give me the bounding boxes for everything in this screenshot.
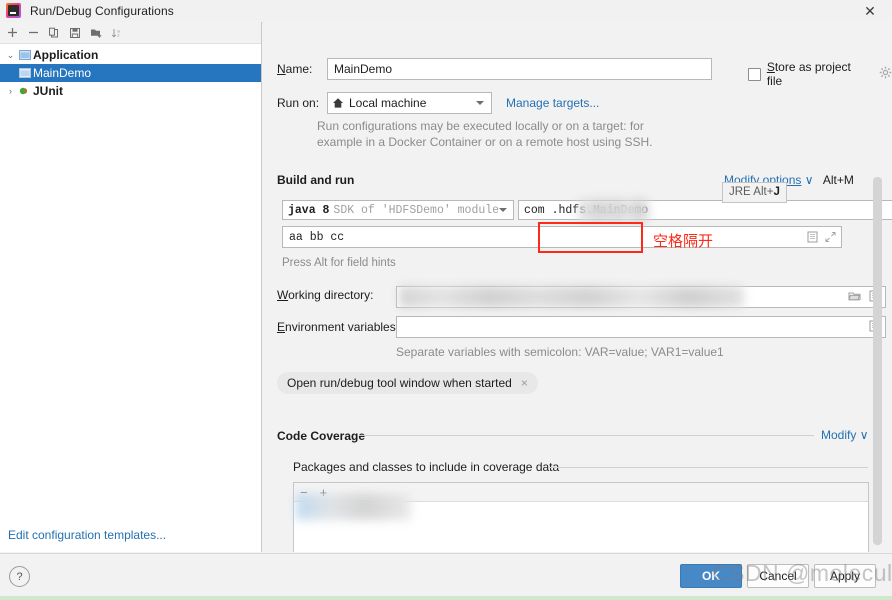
jre-tooltip-text: JRE Alt+ bbox=[729, 186, 774, 198]
configuration-form-pane: Name: MainDemo Store as project file Run… bbox=[263, 22, 892, 552]
alt-field-hint: Press Alt for field hints bbox=[282, 257, 396, 269]
chip-label: Open run/debug tool window when started bbox=[287, 376, 512, 390]
close-icon[interactable]: × bbox=[521, 376, 528, 390]
run-on-hint: Run configurations may be executed local… bbox=[317, 118, 787, 150]
expand-editor-icon[interactable] bbox=[825, 231, 836, 247]
scrollbar-thumb[interactable] bbox=[873, 177, 882, 545]
expand-macro-icon[interactable] bbox=[807, 231, 818, 247]
tree-toolbar: az bbox=[0, 22, 261, 44]
manage-targets-link[interactable]: Manage targets... bbox=[506, 96, 599, 110]
edit-configuration-templates-link[interactable]: Edit configuration templates... bbox=[8, 528, 166, 542]
run-debug-configurations-dialog: Run/Debug Configurations ✕ az ⌄ Applicat… bbox=[0, 0, 892, 600]
chevron-down-icon[interactable] bbox=[499, 208, 507, 212]
copy-configuration-button[interactable] bbox=[44, 23, 64, 42]
add-configuration-button[interactable] bbox=[2, 23, 22, 42]
save-configuration-button[interactable] bbox=[65, 23, 85, 42]
name-label: Name: bbox=[277, 62, 313, 76]
apply-button[interactable]: Apply bbox=[814, 564, 876, 588]
chevron-down-icon: ∨ bbox=[859, 428, 869, 442]
window-title: Run/Debug Configurations bbox=[30, 4, 174, 18]
modify-label: Modify bbox=[821, 428, 857, 442]
main-class-value: com .hdfs.MainDemo bbox=[524, 203, 649, 217]
run-on-row: Run on: Local machine Manage targets... bbox=[277, 92, 599, 114]
name-input[interactable]: MainDemo bbox=[327, 58, 712, 80]
configurations-tree: ⌄ Application MainDemo › JUnit bbox=[0, 44, 261, 100]
code-coverage-modify-link[interactable]: Modify ∨ bbox=[821, 428, 868, 442]
tree-node-maindemo[interactable]: MainDemo bbox=[0, 64, 261, 82]
store-as-project-file-label: Store as project file bbox=[766, 60, 851, 88]
environment-variables-input[interactable] bbox=[396, 316, 886, 338]
run-on-label: Run on: bbox=[277, 96, 320, 110]
environment-variables-row: Environment variables: bbox=[277, 320, 399, 334]
store-as-project-file-checkbox-row[interactable]: Store as project file bbox=[748, 60, 892, 88]
close-icon[interactable]: ✕ bbox=[848, 0, 892, 22]
main-class-input[interactable]: com .hdfs.MainDemo bbox=[518, 200, 892, 220]
tree-node-label: MainDemo bbox=[33, 66, 92, 80]
coverage-packages-list[interactable]: − + bbox=[293, 482, 869, 552]
tree-node-junit[interactable]: › JUnit bbox=[0, 82, 261, 100]
jre-tooltip-key: J bbox=[773, 186, 780, 198]
dialog-footer: ? OK Cancel Apply bbox=[0, 553, 892, 600]
store-as-project-file-checkbox[interactable] bbox=[748, 67, 761, 81]
junit-node-icon bbox=[17, 85, 33, 97]
folder-add-icon[interactable] bbox=[86, 23, 106, 42]
form-scrollbar[interactable] bbox=[873, 177, 882, 552]
sort-alpha-icon[interactable]: az bbox=[107, 23, 127, 42]
tree-node-application[interactable]: ⌄ Application bbox=[0, 46, 261, 64]
working-directory-row: Working directory: bbox=[277, 288, 403, 302]
run-on-hint-line1: Run configurations may be executed local… bbox=[317, 119, 644, 133]
coverage-subsection-title: Packages and classes to include in cover… bbox=[293, 460, 560, 474]
section-divider bbox=[359, 435, 814, 436]
chevron-down-icon[interactable] bbox=[476, 101, 484, 105]
run-on-hint-line2: example in a Docker Container or on a re… bbox=[317, 135, 653, 149]
cancel-button[interactable]: Cancel bbox=[747, 564, 809, 588]
program-arguments-value: aa bb cc bbox=[289, 230, 345, 244]
folder-browse-icon[interactable] bbox=[848, 290, 861, 305]
open-run-debug-tool-window-chip[interactable]: Open run/debug tool window when started … bbox=[277, 372, 538, 394]
run-on-value: Local machine bbox=[349, 96, 427, 110]
jre-value: java 8 bbox=[288, 203, 330, 217]
program-arguments-input[interactable]: aa bb cc bbox=[282, 226, 842, 248]
run-on-combobox[interactable]: Local machine bbox=[327, 92, 492, 114]
bottom-strip bbox=[0, 596, 892, 600]
jre-tooltip: JRE Alt+J bbox=[722, 182, 787, 203]
remove-package-button[interactable]: − bbox=[300, 485, 308, 500]
configuration-node-icon bbox=[17, 67, 33, 79]
subsection-divider bbox=[548, 467, 868, 468]
home-icon bbox=[332, 97, 344, 109]
tree-node-label: JUnit bbox=[33, 84, 63, 98]
code-coverage-section-title: Code Coverage bbox=[277, 429, 366, 443]
modify-options-shortcut: Alt+M bbox=[822, 173, 854, 187]
environment-variables-label: Environment variables: bbox=[277, 320, 400, 334]
coverage-list-toolbar: − + bbox=[294, 483, 868, 502]
intellij-idea-icon bbox=[6, 3, 22, 19]
remove-configuration-button[interactable] bbox=[23, 23, 43, 42]
application-node-icon bbox=[17, 49, 33, 61]
working-directory-input[interactable] bbox=[396, 286, 886, 308]
gear-icon[interactable] bbox=[879, 66, 892, 82]
name-row: Name: MainDemo bbox=[277, 58, 712, 80]
working-directory-label: Working directory: bbox=[277, 288, 374, 302]
chevron-down-icon: ∨ bbox=[804, 173, 814, 187]
jre-description: SDK of 'HDFSDemo' module bbox=[333, 203, 500, 217]
configurations-tree-pane: az ⌄ Application MainDemo › JUnit Edit c… bbox=[0, 22, 262, 552]
add-package-button[interactable]: + bbox=[320, 485, 328, 500]
help-button[interactable]: ? bbox=[9, 566, 30, 587]
svg-text:z: z bbox=[117, 33, 120, 38]
ok-button[interactable]: OK bbox=[680, 564, 742, 588]
program-arguments-field-buttons bbox=[807, 231, 836, 247]
annotation-text: 空格隔开 bbox=[653, 232, 714, 250]
jre-combobox[interactable]: java 8 SDK of 'HDFSDemo' module bbox=[282, 200, 514, 220]
chevron-down-icon[interactable]: ⌄ bbox=[4, 50, 17, 61]
tree-node-label: Application bbox=[33, 48, 99, 62]
environment-variables-note: Separate variables with semicolon: VAR=v… bbox=[396, 345, 724, 359]
build-and-run-section-title: Build and run bbox=[277, 173, 355, 187]
title-bar: Run/Debug Configurations ✕ bbox=[0, 0, 892, 23]
chevron-right-icon[interactable]: › bbox=[4, 86, 17, 96]
